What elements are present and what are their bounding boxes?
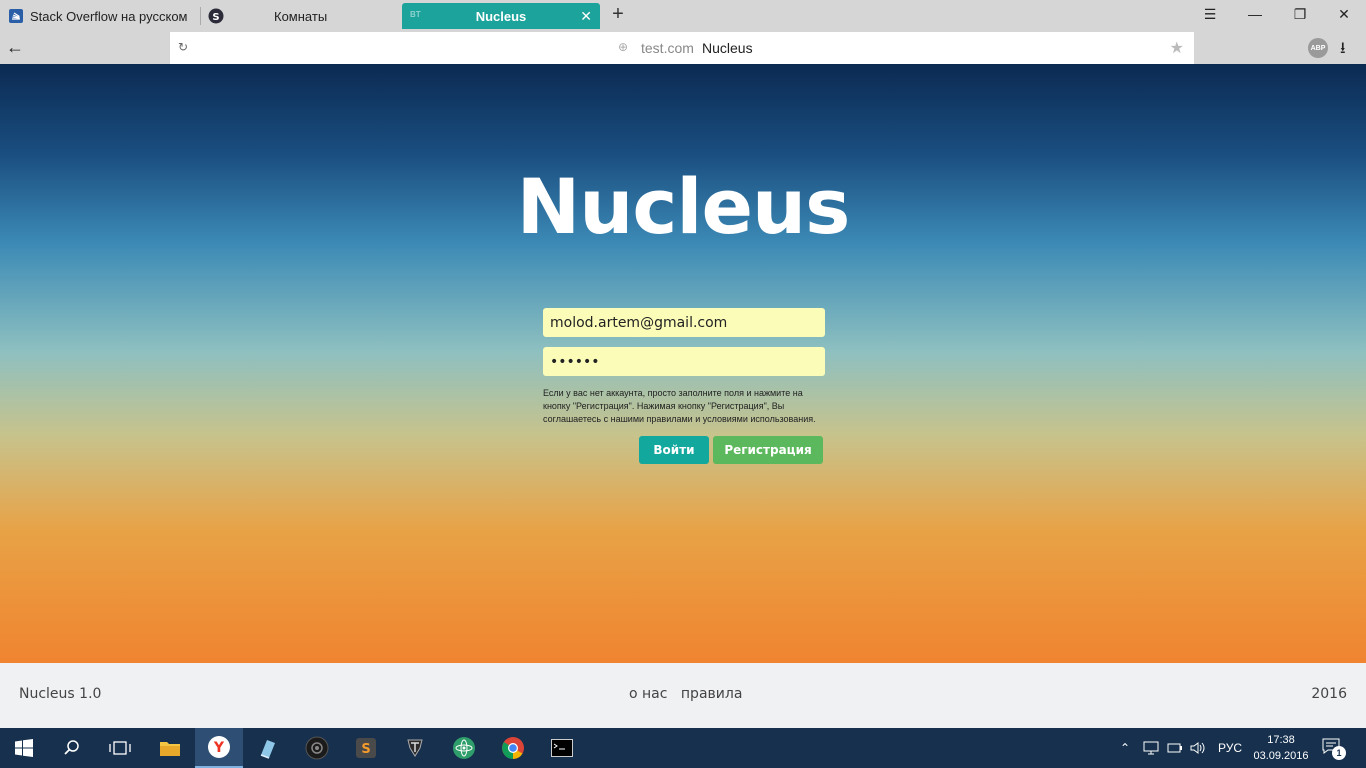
tab-label: Stack Overflow на русском [30, 8, 188, 24]
volume-icon[interactable] [1190, 728, 1206, 768]
footer-year: 2016 [1311, 686, 1347, 702]
tab-rooms[interactable]: S Комнаты [208, 3, 398, 29]
login-form: Если у вас нет аккаунта, просто заполнит… [543, 308, 825, 464]
taskbar-clock[interactable]: 17:38 03.09.2016 [1252, 732, 1310, 764]
tab-strip: Stack Overflow на русском S Комнаты BT N… [0, 0, 1366, 32]
footer-link-about[interactable]: о нас [629, 686, 667, 702]
adblock-icon[interactable]: ABP [1308, 38, 1328, 58]
minimize-button[interactable]: — [1245, 6, 1265, 22]
svg-text:S: S [361, 742, 370, 757]
clock-time: 17:38 [1267, 734, 1295, 746]
login-button[interactable]: Войти [639, 436, 709, 464]
taskbar: Y S ⌃ РУС 17:38 03.09.2016 1 [0, 728, 1366, 768]
close-window-button[interactable]: ✕ [1334, 6, 1354, 23]
svg-text:S: S [212, 12, 219, 23]
chrome-icon[interactable] [489, 728, 537, 768]
registration-hint: Если у вас нет аккаунта, просто заполнит… [543, 388, 816, 424]
task-view-icon[interactable] [96, 728, 144, 768]
notification-count-badge: 1 [1332, 746, 1346, 760]
footer-version: Nucleus 1.0 [19, 686, 102, 702]
address-bar[interactable]: ↻ ⊕ test.com Nucleus ★ [170, 32, 1194, 64]
form-actions: Войти Регистрация [543, 436, 825, 464]
yandex-browser-icon[interactable]: Y [195, 728, 243, 768]
footer-link-rules[interactable]: правила [681, 686, 743, 702]
page-title: Nucleus [516, 162, 851, 251]
navigation-bar: ← ↻ ⊕ test.com Nucleus ★ [0, 32, 1366, 64]
password-field[interactable] [543, 347, 825, 376]
tray-expand-icon[interactable]: ⌃ [1120, 728, 1130, 768]
page-footer: Nucleus 1.0 о нас правила 2016 [0, 663, 1366, 728]
address-page-title: Nucleus [702, 40, 753, 56]
atom-icon[interactable] [440, 728, 488, 768]
globe-icon: ⊕ [618, 40, 629, 54]
new-tab-button[interactable]: + [608, 3, 628, 26]
tab-stackoverflow[interactable]: Stack Overflow на русском [8, 3, 198, 29]
language-indicator[interactable]: РУС [1218, 728, 1242, 768]
sublime-text-icon[interactable]: S [342, 728, 390, 768]
s-chat-icon: S [208, 8, 224, 24]
search-icon[interactable] [48, 728, 96, 768]
file-explorer-icon[interactable] [146, 728, 194, 768]
steam-icon[interactable] [293, 728, 341, 768]
address-domain: test.com [641, 40, 694, 56]
register-button[interactable]: Регистрация [713, 436, 823, 464]
back-arrow-icon[interactable]: ← [6, 37, 24, 58]
page-hero: Nucleus Если у вас нет аккаунта, просто … [0, 64, 1366, 663]
terminal-icon[interactable] [538, 728, 586, 768]
network-icon[interactable] [1143, 728, 1159, 768]
browser-menu-icon[interactable]: ☰ [1200, 6, 1220, 23]
reload-icon[interactable]: ↻ [178, 40, 188, 54]
tab-label: Nucleus [475, 8, 527, 24]
restore-button[interactable]: ❐ [1290, 6, 1310, 23]
download-icon[interactable]: ⭳ [1340, 37, 1346, 64]
windows-start-icon[interactable] [0, 728, 48, 768]
clock-date: 03.09.2016 [1253, 750, 1309, 762]
action-center-icon[interactable]: 1 [1322, 738, 1346, 760]
tab-divider [200, 7, 201, 25]
close-tab-icon[interactable]: ✕ [580, 8, 592, 25]
vt-icon: BT [410, 10, 421, 19]
stackoverflow-icon [8, 8, 24, 24]
svg-text:Y: Y [213, 740, 225, 756]
bookmark-star-icon[interactable]: ★ [1170, 38, 1184, 58]
tab-label: Комнаты [274, 8, 328, 24]
footer-links: о нас правила [629, 686, 742, 702]
email-field[interactable] [543, 308, 825, 337]
battery-icon[interactable] [1167, 728, 1183, 768]
tab-nucleus[interactable]: BT Nucleus ✕ [402, 3, 600, 29]
notepad-icon[interactable] [244, 728, 292, 768]
world-of-tanks-icon[interactable] [391, 728, 439, 768]
